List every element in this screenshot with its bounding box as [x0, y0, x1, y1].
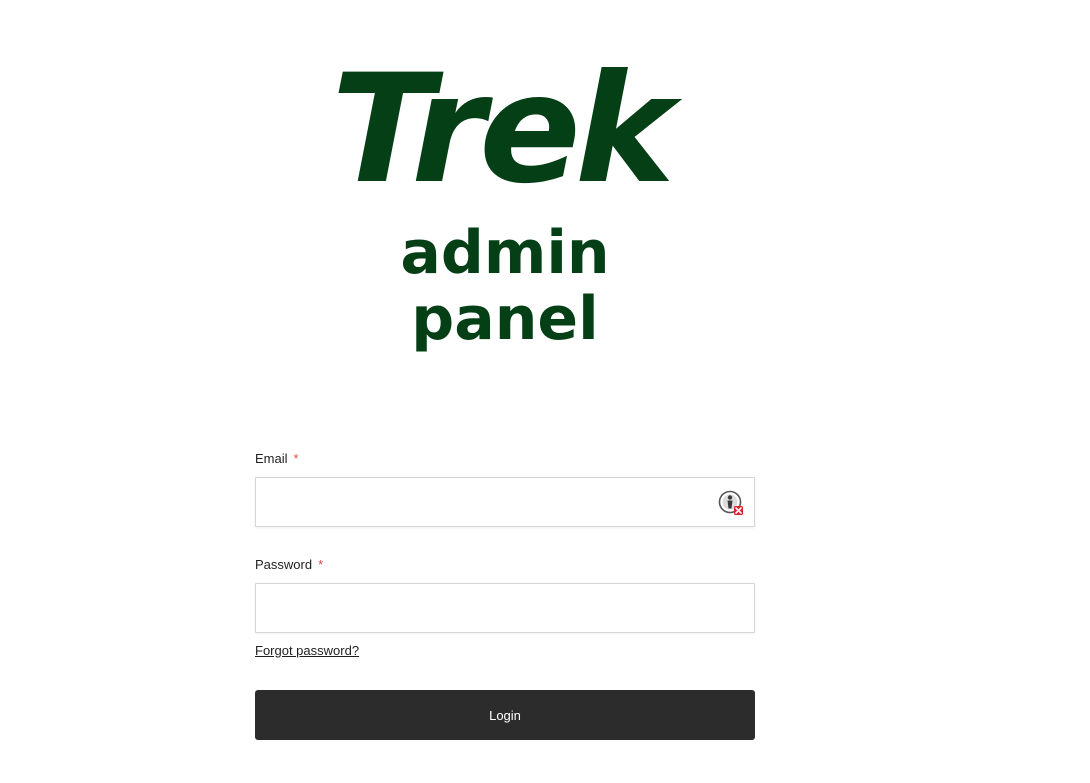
login-form: Email * Password * Forgot password? Login: [255, 450, 755, 740]
logo-subtitle: admin panel: [400, 218, 610, 354]
logo-title: Trek: [331, 43, 674, 217]
required-marker: *: [293, 451, 299, 466]
password-label: Password: [255, 557, 313, 572]
email-field-box: [255, 477, 755, 527]
password-field[interactable]: [256, 584, 754, 632]
login-button[interactable]: Login: [255, 690, 755, 740]
logo: Trek admin panel: [310, 43, 700, 352]
password-manager-icon[interactable]: [718, 490, 744, 516]
email-label: Email: [255, 451, 288, 466]
email-field[interactable]: [256, 478, 754, 526]
forgot-password-link[interactable]: Forgot password?: [255, 643, 359, 658]
login-page: Trek admin panel Email * Password * Forgot…: [0, 0, 1090, 783]
email-label-row: Email *: [255, 450, 755, 468]
password-label-row: Password *: [255, 556, 755, 574]
password-field-box: [255, 583, 755, 633]
required-marker: *: [318, 557, 324, 572]
